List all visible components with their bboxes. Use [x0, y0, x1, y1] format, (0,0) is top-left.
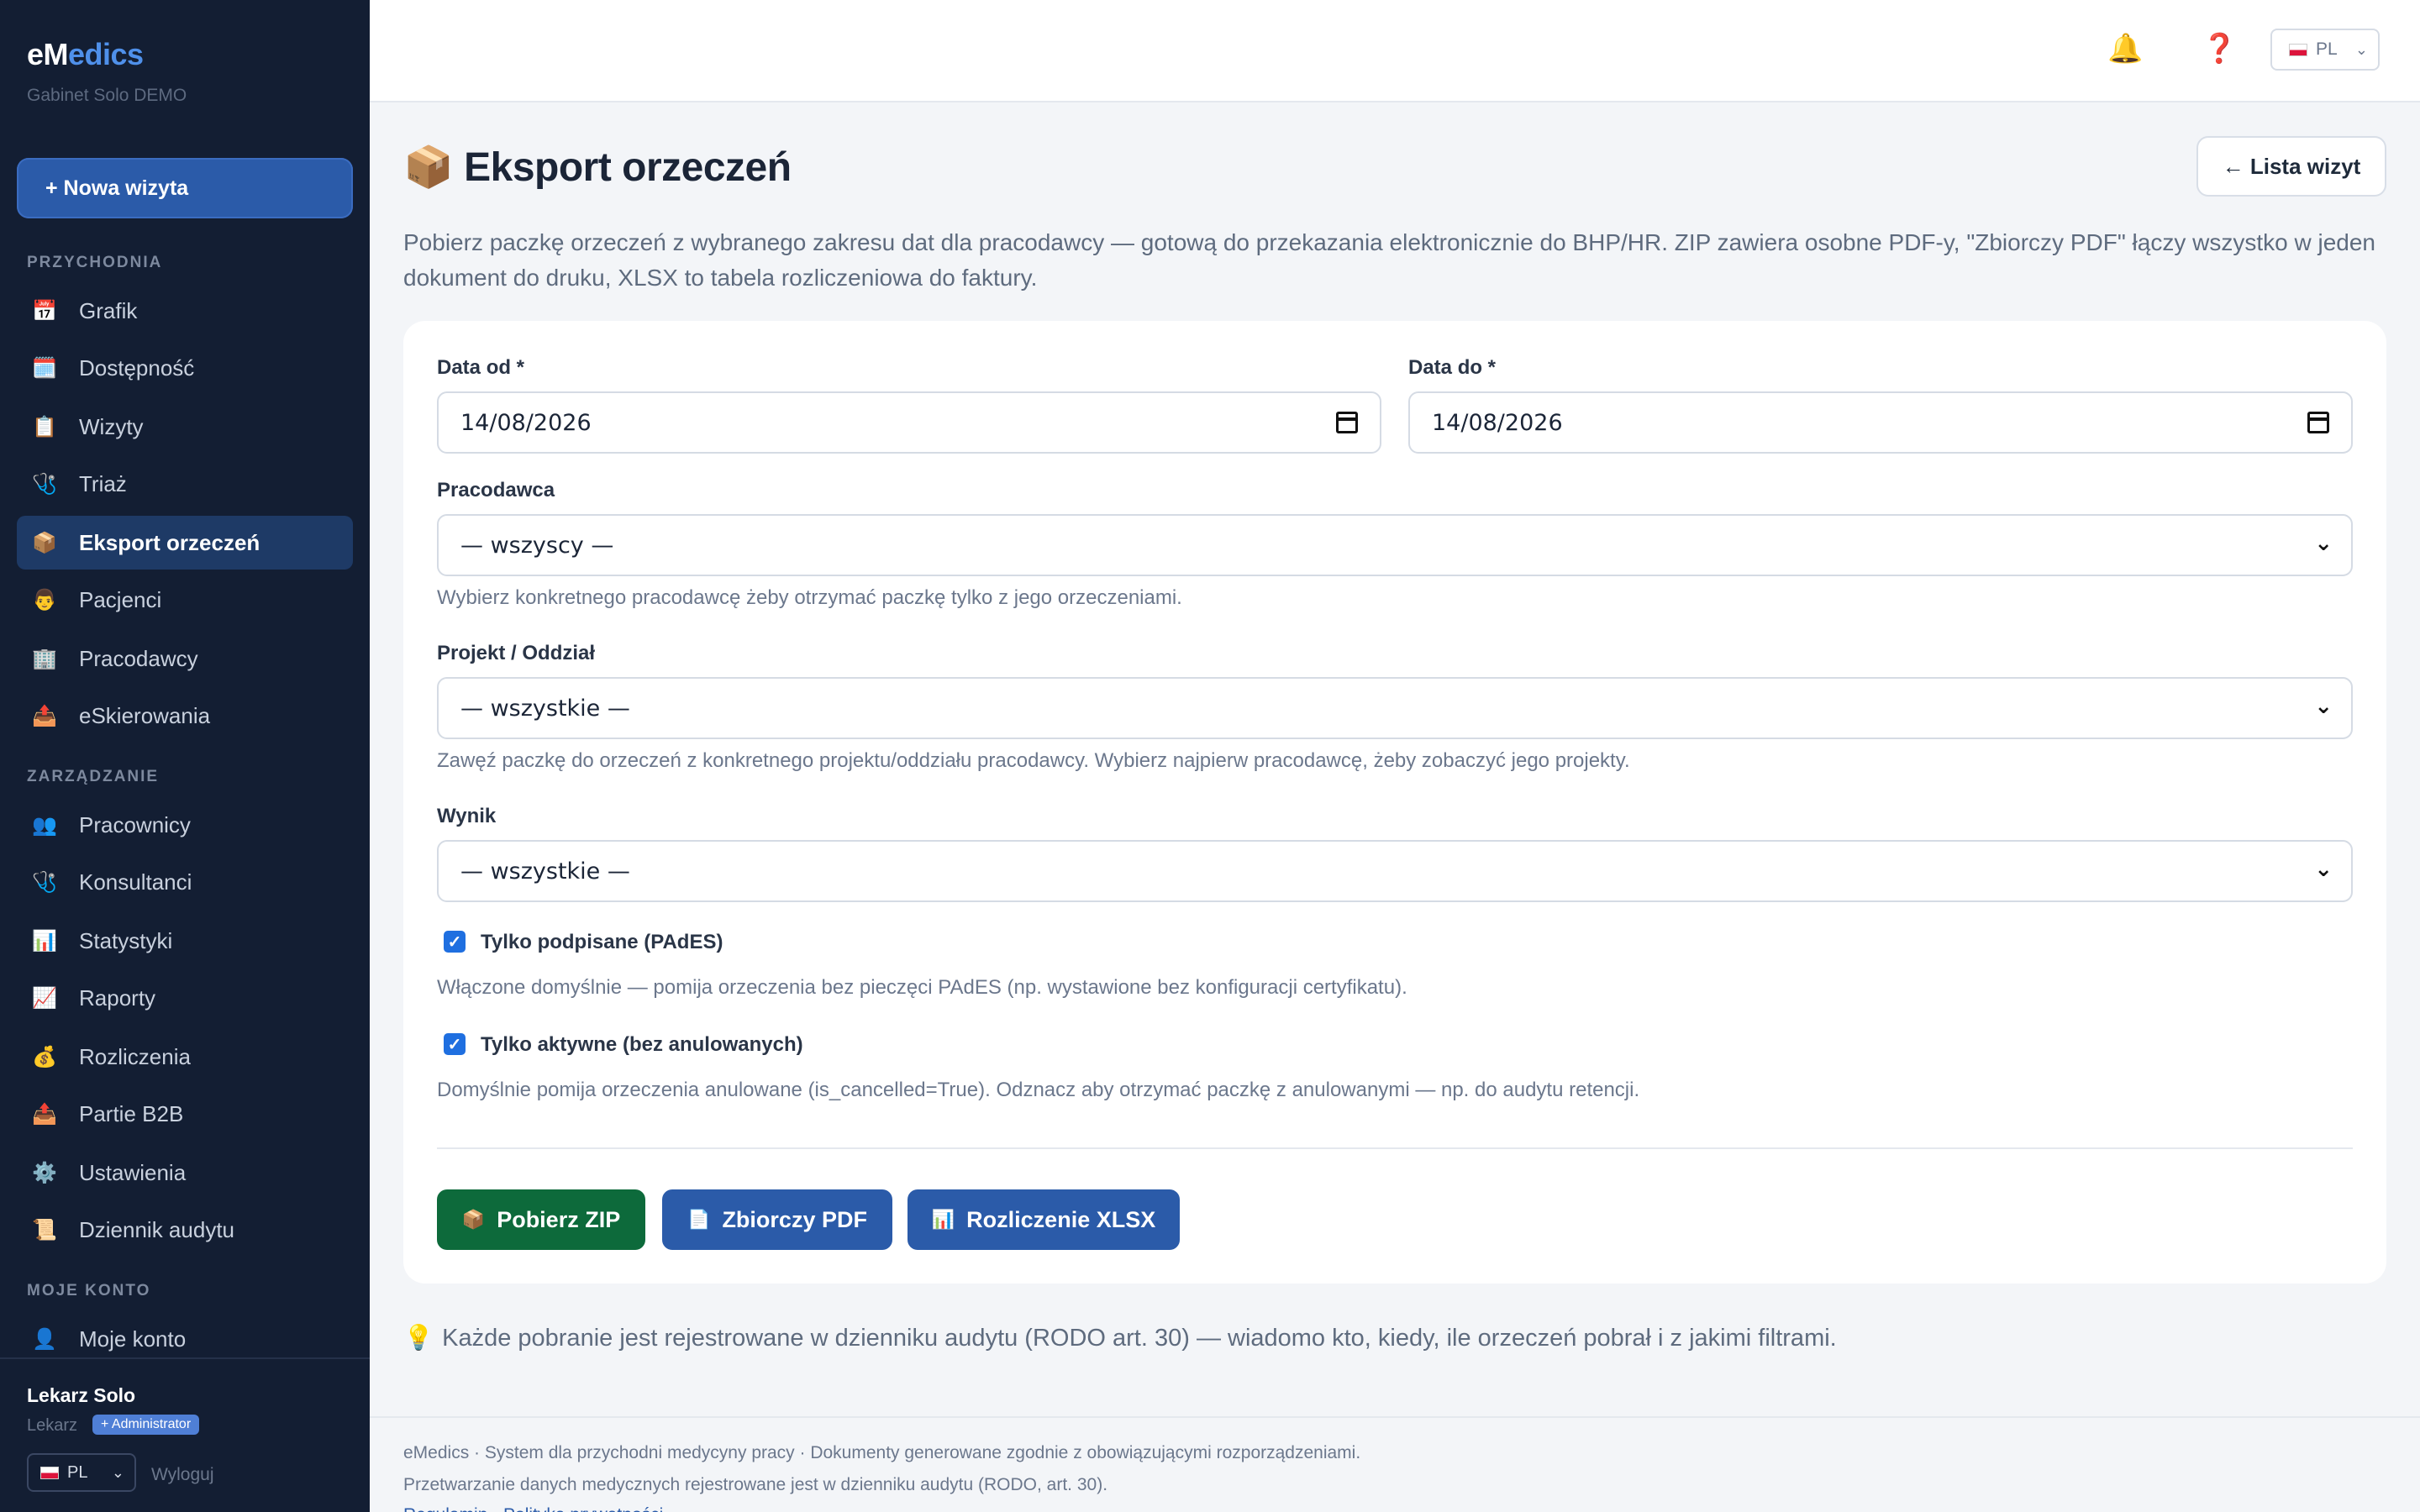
poland-flag-icon — [40, 1466, 59, 1479]
sidebar-item-ereferrals[interactable]: 📤 eSkierowania — [17, 689, 353, 743]
page-footer: eMedics · System dla przychodni medycyny… — [370, 1416, 2420, 1512]
package-icon: 📦 — [403, 145, 454, 190]
footer-line-2: Przetwarzanie danych medycznych rejestro… — [403, 1475, 1108, 1494]
sidebar-item-reports[interactable]: 📈 Raporty — [17, 971, 353, 1025]
user-icon: 👤 — [32, 1327, 57, 1351]
signed-only-help: Włączone domyślnie — pomija orzeczenia b… — [437, 976, 1407, 999]
chevron-down-icon: ⌄ — [111, 1463, 124, 1481]
date-from-input[interactable]: 14/08/2026 — [437, 391, 1381, 454]
stethoscope-icon: 🩺 — [32, 870, 57, 894]
calendar-icon: 📅 — [32, 299, 57, 323]
brand-subtitle: Gabinet Solo DEMO — [27, 86, 187, 105]
divider — [437, 1147, 2353, 1149]
page-description: Pobierz paczkę orzeczeń z wybranego zakr… — [403, 229, 2375, 291]
signed-only-label[interactable]: Tylko podpisane (PAdES) — [481, 931, 723, 954]
bar-chart-icon: 📊 — [931, 1209, 955, 1230]
calendar-icon[interactable] — [1336, 412, 1358, 433]
section-label-management: ZARZĄDZANIE — [27, 768, 160, 785]
logout-link[interactable]: Wyloguj — [151, 1465, 214, 1485]
date-to-label: Data do * — [1408, 356, 1497, 379]
date-to-input[interactable]: 14/08/2026 — [1408, 391, 2353, 454]
bar-chart-icon: 📊 — [32, 929, 57, 953]
sidebar-item-settings[interactable]: ⚙️ Ustawienia — [17, 1146, 353, 1200]
chevron-down-icon: ⌄ — [2314, 694, 2333, 719]
poland-flag-icon — [2289, 43, 2307, 56]
result-label: Wynik — [437, 805, 497, 827]
chart-increasing-icon: 📈 — [32, 986, 57, 1010]
project-select[interactable]: — wszystkie — ⌄ — [437, 677, 2353, 739]
office-building-icon: 🏢 — [32, 647, 57, 670]
stethoscope-icon: 🩺 — [32, 472, 57, 496]
calendar-icon[interactable] — [2307, 412, 2329, 433]
sidebar-item-patients[interactable]: 👨 Pacjenci — [17, 573, 353, 627]
sidebar-item-b2b-batches[interactable]: 📤 Partie B2B — [17, 1087, 353, 1141]
chevron-down-icon: ⌄ — [2354, 40, 2368, 58]
download-zip-button[interactable]: 📦 Pobierz ZIP — [437, 1189, 645, 1250]
active-only-checkbox[interactable]: ✓ — [444, 1033, 466, 1055]
person-icon: 👨 — [32, 588, 57, 612]
project-help: Zawęź paczkę do orzeczeń z konkretnego p… — [437, 749, 1630, 772]
footer-line-1: eMedics · System dla przychodni medycyny… — [403, 1443, 1361, 1462]
sidebar-item-visits[interactable]: 📋 Wizyty — [17, 400, 353, 454]
result-select[interactable]: — wszystkie — ⌄ — [437, 840, 2353, 902]
brand-logo[interactable]: eMedics — [27, 37, 144, 72]
user-role: Lekarz — [27, 1416, 78, 1435]
section-label-clinic: PRZYCHODNIA — [27, 254, 163, 271]
combined-pdf-button[interactable]: 📄 Zbiorczy PDF — [662, 1189, 892, 1250]
outbox-tray-icon: 📤 — [32, 1102, 57, 1126]
audit-note: 💡 Każde pobranie jest rejestrowane w dzie… — [403, 1325, 1837, 1352]
money-bag-icon: 💰 — [32, 1045, 57, 1068]
section-label-my-account: MOJE KONTO — [27, 1282, 151, 1299]
document-icon: 📄 — [687, 1209, 711, 1230]
sidebar-item-staff[interactable]: 👥 Pracownicy — [17, 798, 353, 852]
employer-select[interactable]: — wszyscy — ⌄ — [437, 514, 2353, 576]
language-select-sidebar[interactable]: PL ⌄ — [27, 1453, 136, 1492]
signed-only-checkbox[interactable]: ✓ — [444, 931, 466, 953]
employer-label: Pracodawca — [437, 479, 555, 501]
bell-icon[interactable]: 🔔 — [2107, 32, 2143, 66]
outbox-tray-icon: 📤 — [32, 704, 57, 727]
sidebar-item-schedule[interactable]: 📅 Grafik — [17, 284, 353, 338]
scroll-icon: 📜 — [32, 1218, 57, 1242]
page-title: 📦 Eksport orzeczeń — [403, 145, 792, 190]
chevron-down-icon: ⌄ — [2314, 857, 2333, 882]
sidebar-item-triage[interactable]: 🩺 Triaż — [17, 457, 353, 511]
employer-help: Wybierz konkretnego pracodawcę żeby otrz… — [437, 586, 1182, 609]
user-name: Lekarz Solo — [27, 1384, 136, 1406]
sidebar-item-export[interactable]: 📦 Eksport orzeczeń — [17, 516, 353, 570]
package-icon: 📦 — [32, 531, 57, 554]
lightbulb-icon: 💡 — [403, 1325, 434, 1352]
sidebar-item-statistics[interactable]: 📊 Statystyki — [17, 914, 353, 968]
active-only-help: Domyślnie pomija orzeczenia anulowane (i… — [437, 1079, 1640, 1101]
sidebar: eMedics Gabinet Solo DEMO + Nowa wizyta … — [0, 0, 370, 1512]
help-icon[interactable]: ❓ — [2202, 32, 2237, 66]
gear-icon: ⚙️ — [32, 1161, 57, 1184]
new-visit-button[interactable]: + Nowa wizyta — [17, 158, 353, 218]
package-icon: 📦 — [461, 1209, 486, 1230]
sidebar-item-availability[interactable]: 🗓️ Dostępność — [17, 341, 353, 395]
chevron-down-icon: ⌄ — [2314, 531, 2333, 556]
sidebar-item-audit-log[interactable]: 📜 Dziennik audytu — [17, 1203, 353, 1257]
billing-xlsx-button[interactable]: 📊 Rozliczenie XLSX — [908, 1189, 1180, 1250]
footer-links[interactable]: Regulamin · Polityka prywatności — [403, 1505, 663, 1512]
sidebar-item-employers[interactable]: 🏢 Pracodawcy — [17, 632, 353, 685]
sidebar-item-consultants[interactable]: 🩺 Konsultanci — [17, 855, 353, 909]
date-from-label: Data od * — [437, 356, 525, 379]
active-only-label[interactable]: Tylko aktywne (bez anulowanych) — [481, 1033, 803, 1057]
spiral-calendar-icon: 🗓️ — [32, 356, 57, 380]
clipboard-icon: 📋 — [32, 415, 57, 438]
people-icon: 👥 — [32, 813, 57, 837]
back-to-visits-button[interactable]: ← Lista wizyt — [2196, 136, 2386, 197]
admin-badge: + Administrator — [92, 1415, 200, 1435]
sidebar-item-billing[interactable]: 💰 Rozliczenia — [17, 1030, 353, 1084]
language-select-top[interactable]: PL ⌄ — [2270, 29, 2380, 71]
export-form-card: Data od * 14/08/2026 Data do * 14/08/202… — [403, 321, 2386, 1284]
project-label: Projekt / Oddział — [437, 642, 596, 664]
sidebar-user-panel: Lekarz Solo Lekarz + Administrator PL ⌄ W… — [0, 1357, 370, 1512]
